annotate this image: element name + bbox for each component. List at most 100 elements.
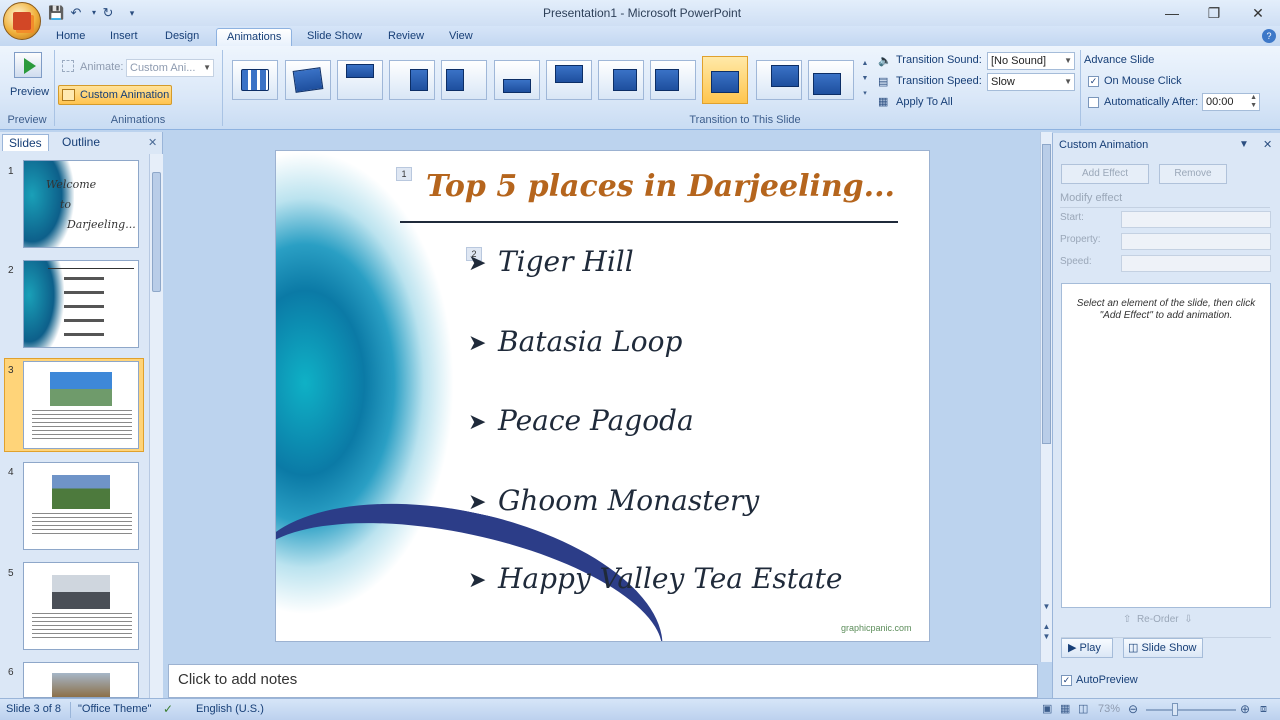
slide-counter: Slide 3 of 8	[6, 703, 62, 715]
preview-button[interactable]: Preview	[8, 50, 49, 102]
zoom-in-icon[interactable]: ⊕	[1240, 699, 1250, 720]
scroll-arrows-icon[interactable]: ▼ ▲ ▼	[1041, 602, 1052, 642]
slide-title[interactable]: Top 5 places in Darjeeling...	[426, 169, 895, 204]
pane-close-icon[interactable]: ✕	[1263, 138, 1272, 151]
help-icon[interactable]: ?	[1262, 29, 1276, 43]
modify-effect-label: Modify effect	[1060, 192, 1123, 204]
transition-thumb[interactable]	[337, 60, 383, 100]
transition-thumb[interactable]	[232, 60, 278, 100]
bullet-item[interactable]: ➤ Happy Valley Tea Estate	[468, 562, 842, 595]
transition-thumb[interactable]	[598, 60, 644, 100]
custom-animation-label: Custom Animation	[80, 89, 170, 101]
transition-thumb[interactable]	[756, 60, 802, 100]
tab-slides[interactable]: Slides	[2, 134, 49, 151]
office-button[interactable]	[3, 2, 41, 40]
automatically-after-checkbox[interactable]	[1088, 97, 1099, 108]
tab-review[interactable]: Review	[378, 28, 434, 46]
tab-outline[interactable]: Outline	[56, 134, 106, 151]
zoom-out-icon[interactable]: ⊖	[1128, 699, 1138, 720]
transition-thumb[interactable]	[650, 60, 696, 100]
pane-menu-icon[interactable]: ▼	[1239, 139, 1249, 150]
slide-watermark: graphicpanic.com	[841, 623, 912, 633]
speed-icon: ▤	[878, 76, 889, 88]
slide-thumbnail-3[interactable]	[23, 361, 139, 449]
restore-button[interactable]: ❐	[1192, 3, 1236, 23]
close-button[interactable]: ✕	[1236, 3, 1280, 23]
normal-view-icon[interactable]: ▣	[1042, 699, 1052, 720]
autopreview-checkbox[interactable]: ✓	[1061, 675, 1072, 686]
bullet-item[interactable]: ➤ Tiger Hill	[468, 245, 634, 278]
tab-home[interactable]: Home	[46, 28, 95, 46]
gallery-scroll[interactable]: ▲ ▼ ▾	[860, 56, 870, 104]
animation-tag[interactable]: 1	[396, 167, 412, 181]
fit-to-window-icon[interactable]: ⧈	[1260, 699, 1267, 720]
on-mouse-click-checkbox[interactable]: ✓	[1088, 76, 1099, 87]
slide-thumbnail-6[interactable]	[23, 662, 139, 698]
notes-pane[interactable]: Click to add notes	[168, 664, 1038, 698]
animations-group-label: Animations	[110, 114, 166, 126]
spelling-check-icon[interactable]: ✓	[163, 699, 173, 720]
slide-scrollbar[interactable]: ▼ ▲ ▼	[1040, 132, 1052, 662]
transition-thumb-selected[interactable]	[702, 56, 748, 104]
play-button[interactable]: ▶ Play	[1061, 638, 1113, 658]
group-separator	[54, 50, 55, 126]
slide-canvas[interactable]: 1 Top 5 places in Darjeeling... 2 ➤ Tiger…	[275, 150, 930, 642]
slideshow-view-icon[interactable]: ◫	[1078, 699, 1088, 720]
animate-label: Animate:	[80, 61, 124, 73]
bullet-item[interactable]: ➤ Ghoom Monastery	[468, 484, 759, 517]
slide-thumbnail-1[interactable]: Welcome to Darjeeling...	[23, 160, 139, 248]
tab-insert[interactable]: Insert	[100, 28, 148, 46]
transition-thumb[interactable]	[546, 60, 592, 100]
slide-number: 4	[8, 467, 14, 478]
animation-list-hint: Select an element of the slide, then cli…	[1076, 298, 1256, 321]
pane-title: Custom Animation	[1059, 139, 1149, 151]
transition-sound-combo[interactable]: [No Sound] ▼	[987, 52, 1075, 70]
animate-icon	[62, 60, 74, 72]
zoom-slider-thumb[interactable]	[1172, 703, 1178, 716]
status-bar: Slide 3 of 8 "Office Theme" ✓ English (U…	[0, 698, 1280, 720]
transition-speed-label: Transition Speed:	[896, 75, 982, 87]
slide-sorter-icon[interactable]: ▦	[1060, 699, 1070, 720]
transition-speed-combo[interactable]: Slow ▼	[987, 73, 1075, 91]
apply-to-all-button[interactable]: Apply To All	[896, 96, 953, 108]
group-separator	[222, 50, 223, 126]
tab-animations[interactable]: Animations	[216, 28, 293, 46]
animation-list[interactable]: Select an element of the slide, then cli…	[1061, 283, 1271, 608]
custom-animation-icon	[62, 89, 75, 101]
start-label: Start:	[1060, 212, 1084, 223]
transition-thumb[interactable]	[494, 60, 540, 100]
automatically-after-field[interactable]: 00:00 ▲ ▼	[1202, 93, 1260, 111]
close-pane-icon[interactable]: ✕	[148, 136, 157, 149]
theme-name: "Office Theme"	[78, 703, 152, 715]
slide-number: 1	[8, 166, 14, 177]
bullet-arrow-icon: ➤	[468, 568, 487, 593]
slide-thumbnail-4[interactable]	[23, 462, 139, 550]
bullet-item[interactable]: ➤ Batasia Loop	[468, 325, 682, 358]
slide-thumbnail-2[interactable]	[23, 260, 139, 348]
bullet-item[interactable]: ➤ Peace Pagoda	[468, 404, 694, 437]
slides-scrollbar[interactable]	[149, 154, 163, 698]
animate-combo: Custom Ani... ▼	[126, 59, 214, 77]
zoom-level[interactable]: 73%	[1098, 699, 1120, 720]
custom-animation-button[interactable]: Custom Animation	[58, 85, 172, 105]
transition-thumb[interactable]	[285, 60, 331, 100]
transition-thumb[interactable]	[389, 60, 435, 100]
transition-thumb[interactable]	[441, 60, 487, 100]
zoom-slider[interactable]	[1146, 709, 1236, 711]
transition-thumb[interactable]	[808, 60, 854, 100]
title-underline	[400, 221, 898, 223]
reorder-label: ⇧ Re-Order ⇩	[1123, 614, 1193, 625]
add-effect-button: Add Effect	[1061, 164, 1149, 184]
slide-number: 3	[8, 365, 14, 376]
slide-show-button[interactable]: ◫ Slide Show	[1123, 638, 1203, 658]
scrollbar-thumb[interactable]	[152, 172, 161, 292]
speed-label: Speed:	[1060, 256, 1092, 267]
tab-view[interactable]: View	[439, 28, 483, 46]
tab-design[interactable]: Design	[155, 28, 209, 46]
minimize-button[interactable]: —	[1150, 3, 1194, 23]
slide-thumbnail-5[interactable]	[23, 562, 139, 650]
scrollbar-thumb[interactable]	[1042, 144, 1051, 444]
title-bar: 💾 ↶ ▾ ↻ ▾ Presentation1 - Microsoft Powe…	[0, 0, 1280, 26]
group-separator	[1080, 50, 1081, 126]
tab-slide-show[interactable]: Slide Show	[297, 28, 372, 46]
